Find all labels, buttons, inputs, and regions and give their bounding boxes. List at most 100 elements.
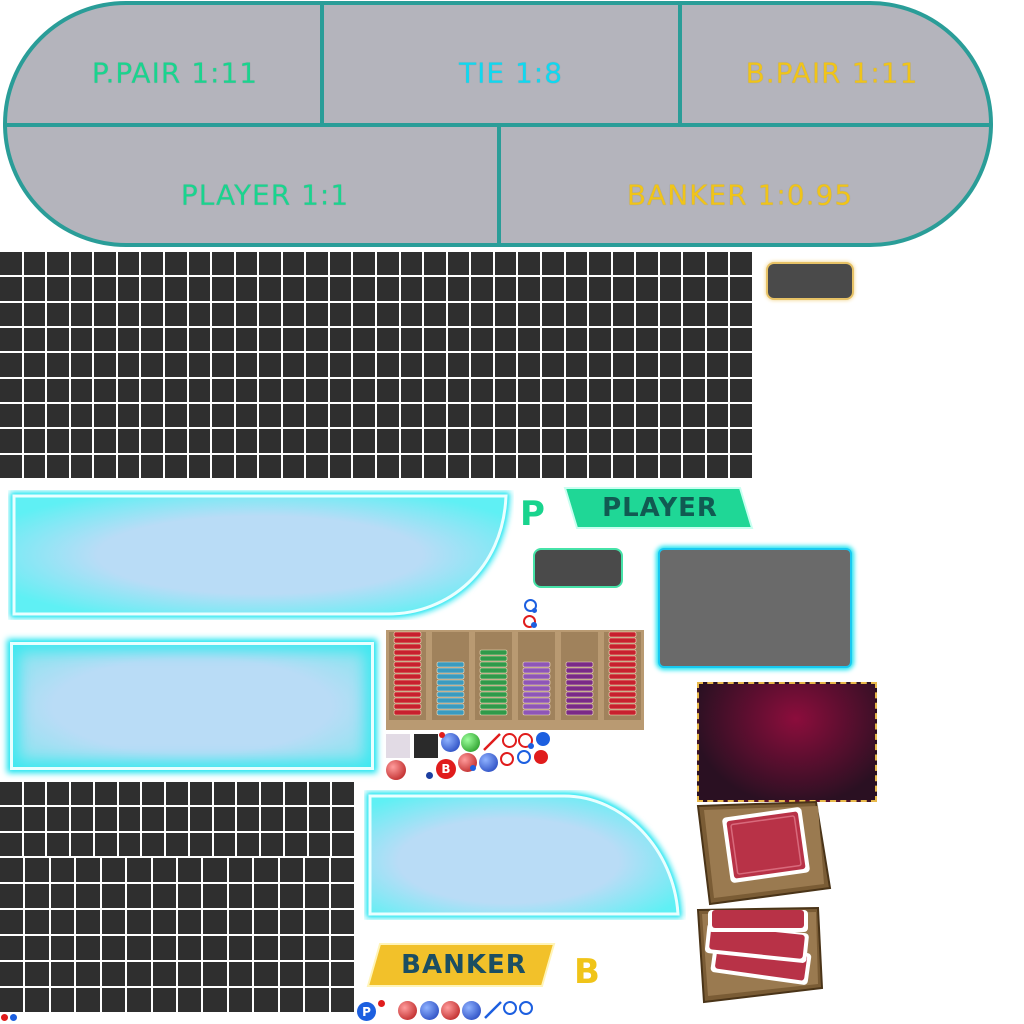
road-cell — [235, 252, 258, 276]
banker-bet-area[interactable]: BANKER 1:0.95 — [627, 179, 853, 212]
road-cell — [400, 378, 423, 402]
blue-slash-marker — [484, 1001, 502, 1019]
road-cell — [565, 353, 588, 377]
tie-bet-area[interactable]: TIE 1:8 — [459, 57, 563, 90]
blue-dot-marker — [10, 1014, 17, 1021]
road-cell — [565, 454, 588, 478]
road-cell — [141, 454, 163, 478]
road-cell — [659, 277, 682, 301]
road-cell — [279, 910, 304, 934]
road-cell — [471, 328, 493, 352]
road-cell — [284, 807, 307, 831]
blue-ball-icon — [420, 1001, 439, 1020]
road-cell — [589, 328, 611, 352]
road-cell — [329, 277, 352, 301]
road-cell — [117, 252, 140, 276]
road-cell — [25, 962, 49, 986]
chip-rack — [386, 630, 644, 730]
road-cell — [0, 988, 24, 1012]
chip-red — [608, 697, 637, 704]
road-cell — [377, 378, 399, 402]
road-cell — [282, 353, 305, 377]
road-cell — [188, 404, 211, 428]
road-cell — [377, 353, 399, 377]
chip-green — [479, 649, 508, 656]
road-cell — [188, 429, 211, 453]
road-cell — [203, 858, 227, 882]
road-cell — [636, 252, 658, 276]
road-cell — [706, 328, 729, 352]
chip-red — [393, 667, 422, 674]
road-cell — [235, 429, 258, 453]
chip-violet — [565, 667, 594, 674]
chip-purple — [522, 691, 551, 698]
road-cell — [330, 884, 354, 908]
road-cell — [23, 302, 46, 326]
road-cell — [117, 353, 140, 377]
dark-pill-green-frame — [533, 548, 623, 588]
chip-green — [479, 709, 508, 716]
road-cell — [188, 252, 211, 276]
road-cell — [400, 404, 423, 428]
player-bet-area[interactable]: PLAYER 1:1 — [181, 179, 349, 212]
player-pair-bet-area[interactable]: P.PAIR 1:11 — [92, 57, 258, 90]
road-cell — [305, 858, 329, 882]
road-cell — [0, 277, 22, 301]
red-dot-marker — [378, 1000, 385, 1007]
road-cell — [305, 936, 329, 960]
chip-red — [393, 703, 422, 710]
chip-red — [393, 673, 422, 680]
chip-teal — [436, 697, 465, 704]
road-cell — [706, 429, 729, 453]
banker-pair-bet-area[interactable]: B.PAIR 1:11 — [746, 57, 919, 90]
road-cell — [612, 404, 635, 428]
road-cell — [706, 404, 729, 428]
road-cell — [228, 858, 253, 882]
road-cell — [589, 277, 611, 301]
road-cell — [23, 782, 46, 806]
road-cell — [329, 429, 352, 453]
road-cell — [400, 353, 423, 377]
road-cell — [0, 302, 22, 326]
chip-red — [608, 703, 637, 710]
road-cell — [189, 832, 212, 856]
banker-glow-panel — [366, 792, 683, 918]
road-cell — [424, 328, 446, 352]
road-cell — [332, 782, 354, 806]
blue-ball-icon — [462, 1001, 481, 1020]
road-grid-large — [0, 252, 752, 478]
dark-swatch — [414, 734, 438, 758]
chip-violet — [565, 661, 594, 668]
road-cell — [565, 277, 588, 301]
road-cell — [636, 404, 658, 428]
road-cell — [471, 429, 493, 453]
road-cell — [23, 328, 46, 352]
road-cell — [166, 782, 188, 806]
road-cell — [261, 807, 283, 831]
road-cell — [612, 429, 635, 453]
road-cell — [424, 378, 446, 402]
road-cell — [329, 252, 352, 276]
road-cell — [589, 353, 611, 377]
road-cell — [142, 807, 165, 831]
road-cell — [612, 454, 635, 478]
road-cell — [612, 328, 635, 352]
road-cell — [228, 962, 253, 986]
road-cell — [189, 807, 212, 831]
road-cell — [377, 429, 399, 453]
road-cell — [494, 277, 517, 301]
red-ball-icon — [386, 760, 406, 780]
road-cell — [117, 302, 140, 326]
road-cell — [259, 454, 281, 478]
road-cell — [259, 404, 281, 428]
road-cell — [164, 378, 187, 402]
road-cell — [254, 936, 278, 960]
road-cell — [142, 832, 165, 856]
road-cell — [353, 328, 375, 352]
banker-letter-b: B — [574, 952, 600, 992]
road-cell — [164, 404, 187, 428]
chip-violet — [565, 709, 594, 716]
road-cell — [518, 378, 540, 402]
chip-red — [608, 679, 637, 686]
road-cell — [23, 454, 46, 478]
